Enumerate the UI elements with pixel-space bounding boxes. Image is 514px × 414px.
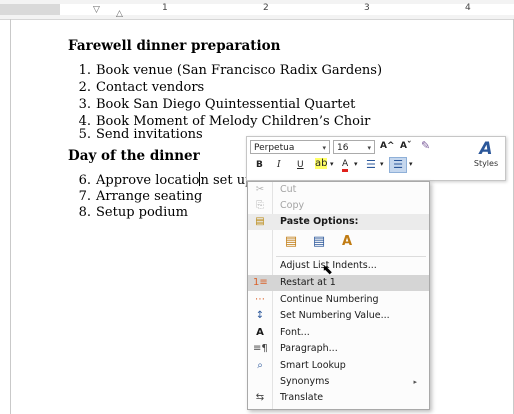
menu-item-cut[interactable]: ✂ Cut (248, 182, 429, 198)
submenu-arrow-icon: ▸ (413, 378, 417, 386)
ruler-number: 4 (465, 3, 471, 13)
paste-options-header: ▤ Paste Options: (248, 214, 429, 230)
menu-item-label: Smart Lookup (280, 360, 346, 371)
heading-day-of-dinner[interactable]: Day of the dinner (68, 148, 200, 164)
list-item[interactable]: 7. Arrange seating (68, 189, 203, 204)
list-item[interactable]: 2. Contact vendors (68, 80, 205, 95)
styles-label: Styles (473, 159, 499, 168)
menu-item-label: Continue Numbering (280, 294, 379, 305)
paste-keep-text-only-icon[interactable]: A (336, 232, 358, 252)
mini-toolbar: Perpetua ▾ 16 ▾ A^ Aˇ ✎ B I U ab ▾ A ▾ ☰ ▾… (246, 136, 506, 181)
paste-merge-formatting-icon[interactable]: ▤ (308, 232, 330, 252)
list-text: Approve locatio (96, 173, 200, 188)
menu-separator (276, 256, 426, 257)
clipboard-icon: ▤ (255, 216, 265, 227)
underline-button[interactable]: U (297, 160, 304, 170)
list-text: Book San Diego Quintessential Quartet (96, 97, 356, 112)
list-text: Setup podium (96, 205, 188, 220)
menu-item-set-numbering-value[interactable]: ↕ Set Numbering Value... (248, 308, 429, 324)
font-name-value: Perpetua (254, 143, 295, 153)
translate-icon: ⇆ (255, 392, 265, 403)
bold-button[interactable]: B (256, 160, 263, 170)
list-number: 2. (78, 80, 91, 95)
format-painter-icon[interactable]: ✎ (421, 139, 430, 152)
menu-item-label: Font... (280, 327, 310, 338)
scissors-icon: ✂ (255, 184, 265, 195)
ruler-number: 3 (364, 3, 370, 13)
chevron-down-icon[interactable]: ▾ (354, 160, 358, 168)
smart-lookup-icon: ⌕ (257, 360, 263, 371)
paragraph-icon: ≡¶ (253, 343, 268, 354)
paste-keep-formatting-icon[interactable]: ▤ (280, 232, 302, 252)
copy-icon: ⎘ (256, 200, 264, 211)
list-number: 6. (78, 173, 91, 188)
chevron-down-icon[interactable]: ▾ (322, 141, 326, 155)
menu-item-label: Copy (280, 200, 305, 211)
list-item[interactable]: 8. Setup podium (68, 205, 188, 220)
menu-item-label: Paragraph... (280, 343, 338, 354)
font-color-button[interactable]: A (342, 159, 349, 172)
list-item[interactable]: 5. Send invitations (68, 127, 203, 142)
menu-item-font[interactable]: A Font... (248, 325, 429, 341)
list-text: Send invitations (96, 127, 203, 142)
list-number: 7. (78, 189, 91, 204)
menu-item-label: Cut (280, 184, 297, 195)
menu-item-synonyms[interactable]: Synonyms ▸ (248, 374, 429, 390)
list-number: 8. (78, 205, 91, 220)
styles-icon: A (479, 139, 493, 159)
italic-button[interactable]: I (277, 160, 281, 170)
font-size-value: 16 (337, 143, 349, 153)
paste-options-label: Paste Options: (280, 216, 359, 227)
ruler-number: 1 (162, 3, 168, 13)
menu-item-translate[interactable]: ⇆ Translate (248, 390, 429, 405)
menu-item-copy[interactable]: ⎘ Copy (248, 198, 429, 214)
font-name-combo[interactable]: Perpetua ▾ (250, 140, 330, 154)
list-number: 1. (78, 63, 91, 78)
ruler-ticks (0, 8, 514, 10)
menu-item-label: Synonyms (280, 376, 330, 387)
font-icon: A (256, 327, 264, 338)
hanging-indent-marker[interactable]: △ (116, 9, 123, 19)
grow-font-button[interactable]: A^ (380, 141, 395, 151)
menu-item-smart-lookup[interactable]: ⌕ Smart Lookup (248, 358, 429, 374)
chevron-down-icon[interactable]: ▾ (330, 160, 334, 168)
font-size-combo[interactable]: 16 ▾ (333, 140, 375, 154)
chevron-down-icon[interactable]: ▾ (380, 160, 384, 168)
list-item[interactable]: 1. Book venue (San Francisco Radix Garden… (68, 63, 382, 78)
set-numbering-value-icon: ↕ (255, 310, 265, 321)
list-item[interactable]: 3. Book San Diego Quintessential Quartet (68, 97, 356, 112)
list-number: 3. (78, 97, 91, 112)
horizontal-ruler[interactable]: ▽ △ 1 2 3 4 (0, 0, 514, 20)
numbering-icon[interactable]: ☰ (389, 157, 407, 173)
ruler-number: 2 (263, 3, 269, 13)
list-text: Contact vendors (96, 80, 205, 95)
bullets-icon[interactable]: ☰ (366, 158, 376, 171)
menu-item-label: Translate (280, 392, 324, 403)
heading-farewell[interactable]: Farewell dinner preparation (68, 38, 280, 54)
mouse-pointer-icon: ⬉ (322, 263, 333, 278)
first-line-indent-marker[interactable]: ▽ (93, 5, 100, 15)
menu-item-label: Set Numbering Value... (280, 310, 390, 321)
styles-button[interactable]: A Styles (471, 139, 501, 177)
menu-item-restart-at-1[interactable]: 1≡ Restart at 1 (248, 275, 429, 291)
list-text: Book venue (San Francisco Radix Gardens) (96, 63, 383, 78)
chevron-down-icon[interactable]: ▾ (367, 141, 371, 155)
list-item[interactable]: 6. Approve location set up (68, 172, 253, 188)
continue-numbering-icon: ⋯ (255, 294, 265, 305)
menu-item-adjust-list-indents[interactable]: Adjust List Indents... (248, 258, 429, 274)
list-text: Arrange seating (96, 189, 203, 204)
context-menu: ✂ Cut ⎘ Copy ▤ Paste Options: ▤ ▤ A Adju… (247, 181, 430, 410)
menu-item-continue-numbering[interactable]: ⋯ Continue Numbering (248, 292, 429, 308)
menu-item-paragraph[interactable]: ≡¶ Paragraph... (248, 341, 429, 357)
highlight-color-icon[interactable]: ab (315, 158, 328, 169)
page-edge-left (10, 19, 11, 414)
restart-numbering-icon: 1≡ (253, 277, 268, 288)
shrink-font-button[interactable]: Aˇ (400, 141, 411, 151)
chevron-down-icon[interactable]: ▾ (409, 160, 413, 168)
list-number: 5. (78, 127, 91, 142)
